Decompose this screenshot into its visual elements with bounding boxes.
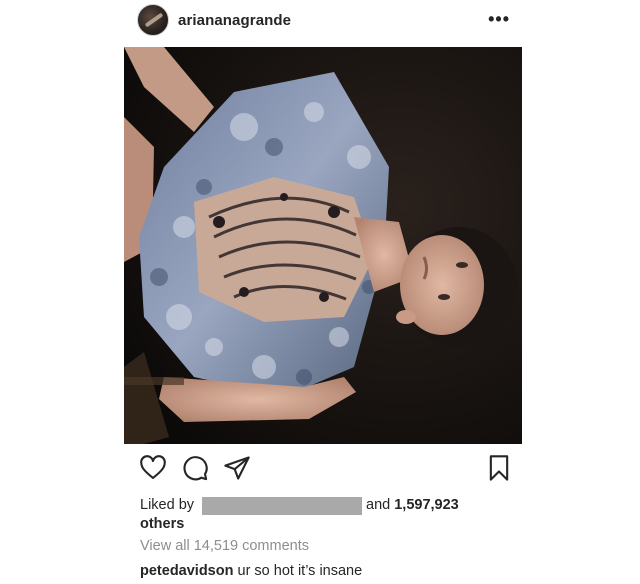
comment-item: petedavidson ur so hot it’s insane <box>140 563 362 579</box>
bookmark-icon[interactable] <box>485 454 513 487</box>
view-all-comments-link[interactable]: View all 14,519 comments <box>140 538 309 554</box>
likes-prefix: Liked by <box>140 497 195 513</box>
post-photo[interactable] <box>124 47 522 444</box>
heart-icon[interactable] <box>139 454 167 487</box>
post-actions <box>137 454 517 486</box>
photo-illustration <box>124 47 522 444</box>
more-options-icon[interactable]: ••• <box>488 10 510 28</box>
comment-icon[interactable] <box>181 454 209 487</box>
share-icon[interactable] <box>223 454 251 487</box>
likes-and: and <box>366 497 391 513</box>
likes-count-line[interactable]: and 1,597,923 <box>366 496 459 515</box>
post-username[interactable]: ariananagrande <box>178 12 291 29</box>
redacted-username <box>202 497 362 515</box>
post-header: ariananagrande ••• <box>137 3 517 37</box>
likes-others[interactable]: others <box>140 515 184 534</box>
comment-text: ur so hot it’s insane <box>237 563 363 579</box>
likes-count: 1,597,923 <box>394 497 459 513</box>
comment-username[interactable]: petedavidson <box>140 563 233 579</box>
profile-avatar[interactable] <box>137 4 169 36</box>
